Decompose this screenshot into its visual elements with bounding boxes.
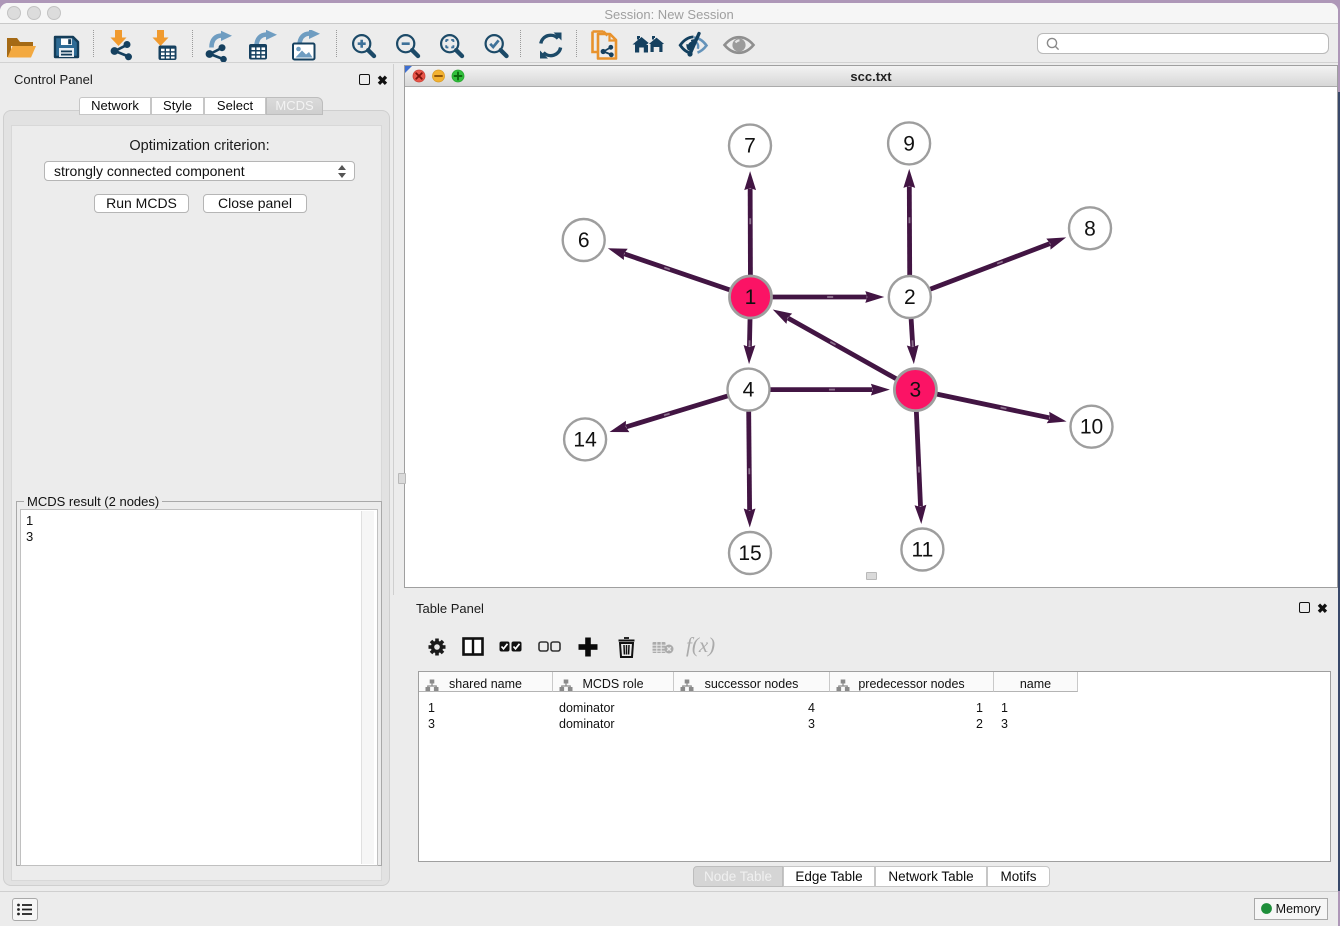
svg-text:9: 9 bbox=[903, 132, 915, 155]
svg-text:4: 4 bbox=[743, 379, 755, 402]
svg-text:8: 8 bbox=[1084, 217, 1096, 240]
svg-text:7: 7 bbox=[744, 135, 756, 158]
svg-text:15: 15 bbox=[738, 542, 761, 565]
svg-text:1: 1 bbox=[745, 286, 757, 309]
svg-text:2: 2 bbox=[904, 286, 916, 309]
svg-text:3: 3 bbox=[910, 379, 922, 402]
svg-text:11: 11 bbox=[911, 539, 933, 562]
svg-text:10: 10 bbox=[1080, 416, 1103, 439]
svg-text:6: 6 bbox=[578, 229, 590, 252]
svg-text:14: 14 bbox=[573, 428, 597, 451]
